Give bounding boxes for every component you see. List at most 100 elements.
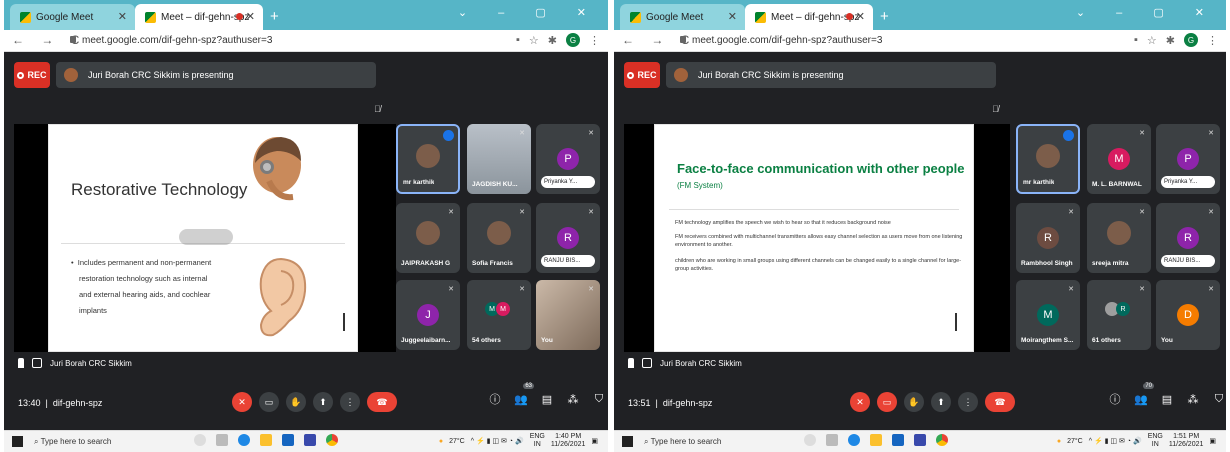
task-view-icon[interactable]	[216, 434, 228, 446]
chat-icon[interactable]: ▤	[1160, 392, 1174, 406]
tab-meet-call[interactable]: Meet – dif-gehn-spz ✕	[745, 4, 873, 30]
close-tab-icon[interactable]: ✕	[856, 10, 865, 23]
raise-hand-button[interactable]: ✋	[904, 392, 924, 412]
side-controls: ⓘ 👥 63 ▤ ⁂ ⛉	[488, 383, 606, 406]
mic-toggle-button[interactable]: ✕	[850, 392, 870, 412]
windows-start-icon[interactable]	[12, 436, 23, 447]
people-icon[interactable]: 👥 63	[514, 383, 534, 406]
host-controls-icon[interactable]: ⛉	[1212, 392, 1226, 406]
fullscreen-icon[interactable]	[642, 358, 652, 368]
menu-icon[interactable]: ⋮	[1207, 34, 1218, 47]
taskbar-search[interactable]: ⌕ Type here to search	[34, 434, 184, 450]
more-options-button[interactable]: ⋮	[958, 392, 978, 412]
participant-tile[interactable]: R ✕ RANJU BIS...	[536, 203, 600, 273]
participant-tile[interactable]: R ✕ Rambhool Singh	[1016, 203, 1080, 273]
text-cursor	[955, 313, 957, 331]
participant-tile[interactable]: R ✕ RANJU BIS...	[1156, 203, 1220, 273]
star-icon[interactable]: ☆	[529, 34, 539, 47]
edge-icon[interactable]	[238, 434, 250, 446]
cast-icon[interactable]: ▪	[516, 34, 520, 46]
star-icon[interactable]: ☆	[1147, 34, 1157, 47]
cast-icon[interactable]: ▪	[1134, 34, 1138, 46]
present-button[interactable]: ⬆	[313, 392, 333, 412]
notifications-icon[interactable]: ▣	[1209, 437, 1216, 445]
notifications-icon[interactable]: ▣	[591, 437, 598, 445]
profile-avatar[interactable]: G	[566, 33, 580, 47]
tray-icons[interactable]: ^ ⚡ ▮ ◫ ✉ ◔ 🔊	[471, 437, 524, 445]
close-tab-icon[interactable]: ✕	[728, 10, 737, 23]
info-icon[interactable]: ⓘ	[1108, 392, 1122, 406]
mic-toggle-button[interactable]: ✕	[232, 392, 252, 412]
url-field[interactable]: meet.google.com/dif-gehn-spz?authuser=3	[70, 33, 432, 49]
info-icon[interactable]: ⓘ	[488, 392, 502, 406]
chrome-icon[interactable]	[326, 434, 338, 446]
profile-avatar[interactable]: G	[1184, 33, 1198, 47]
pin-icon[interactable]	[628, 358, 634, 368]
language-indicator[interactable]: ENG IN	[1148, 433, 1163, 449]
app-icon[interactable]	[304, 434, 316, 446]
more-options-button[interactable]: ⋮	[340, 392, 360, 412]
edge-icon[interactable]	[848, 434, 860, 446]
participant-tile[interactable]: M M ✕ 54 others	[467, 280, 531, 350]
participant-tile[interactable]: J ✕ Juggeelaibarn...	[396, 280, 460, 350]
chrome-icon[interactable]	[936, 434, 948, 446]
close-tab-icon[interactable]: ✕	[246, 10, 255, 23]
window-controls[interactable]: ⌄ – ▢ ✕	[1076, 6, 1218, 19]
store-icon[interactable]	[892, 434, 904, 446]
participant-tile[interactable]: ✕ JAGDISH KU...	[467, 124, 531, 194]
url-field[interactable]: meet.google.com/dif-gehn-spz?authuser=3	[680, 33, 1047, 49]
app-icon[interactable]	[914, 434, 926, 446]
participant-tile[interactable]: ✕ You	[536, 280, 600, 350]
chat-icon[interactable]: ▤	[540, 392, 554, 406]
task-view-icon[interactable]	[826, 434, 838, 446]
taskbar-clock[interactable]: 1:40 PM 11/26/2021	[551, 433, 586, 449]
people-icon[interactable]: 👥 70	[1134, 383, 1154, 406]
language-indicator[interactable]: ENG IN	[530, 433, 545, 449]
participant-tile[interactable]: ✕ sreeja mitra	[1087, 203, 1151, 273]
tray-icons[interactable]: ^ ⚡ ▮ ◫ ✉ ◔ 🔊	[1089, 437, 1142, 445]
tab-google-meet[interactable]: Google Meet ✕	[620, 4, 745, 30]
recording-dot-icon	[236, 13, 243, 20]
camera-toggle-button[interactable]: ▭	[259, 392, 279, 412]
close-tab-icon[interactable]: ✕	[118, 10, 127, 23]
taskbar-clock[interactable]: 1:51 PM 11/26/2021	[1169, 433, 1204, 449]
file-explorer-icon[interactable]	[260, 434, 272, 446]
participant-tile[interactable]: mr karthik	[1016, 124, 1080, 194]
extensions-icon[interactable]: ✱	[1166, 34, 1175, 47]
activities-icon[interactable]: ⁂	[1186, 392, 1200, 406]
leave-call-button[interactable]: ☎	[367, 392, 397, 412]
present-button[interactable]: ⬆	[931, 392, 951, 412]
windows-start-icon[interactable]	[622, 436, 633, 447]
raise-hand-button[interactable]: ✋	[286, 392, 306, 412]
taskbar-search[interactable]: ⌕ Type here to search	[644, 434, 794, 450]
cortana-icon[interactable]	[194, 434, 206, 446]
address-bar: ← → C meet.google.com/dif-gehn-spz?authu…	[614, 30, 1226, 52]
window-controls[interactable]: ⌄ – ▢ ✕	[458, 6, 600, 19]
participant-tile[interactable]: M ✕ M. L. BARNWAL	[1087, 124, 1151, 194]
extensions-icon[interactable]: ✱	[548, 34, 557, 47]
fullscreen-icon[interactable]	[32, 358, 42, 368]
participant-tile[interactable]: mr karthik	[396, 124, 460, 194]
tab-meet-call[interactable]: Meet – dif-gehn-spz ✕	[135, 4, 263, 30]
activities-icon[interactable]: ⁂	[566, 392, 580, 406]
tab-google-meet[interactable]: Google Meet ✕	[10, 4, 135, 30]
cortana-icon[interactable]	[804, 434, 816, 446]
menu-icon[interactable]: ⋮	[589, 34, 600, 47]
participant-tile[interactable]: P ✕ Priyanka Y...	[536, 124, 600, 194]
file-explorer-icon[interactable]	[870, 434, 882, 446]
store-icon[interactable]	[282, 434, 294, 446]
leave-call-button[interactable]: ☎	[985, 392, 1015, 412]
participant-tile[interactable]: ✕ Sofia Francis	[467, 203, 531, 273]
participant-photo	[1036, 144, 1060, 168]
participant-tile[interactable]: D ✕ You	[1156, 280, 1220, 350]
camera-toggle-button[interactable]: ▭	[877, 392, 897, 412]
new-tab-icon[interactable]: +	[270, 8, 279, 25]
participant-tile[interactable]: R ✕ 61 others	[1087, 280, 1151, 350]
pin-icon[interactable]	[18, 358, 24, 368]
participant-tile[interactable]: M ✕ Moirangthem S...	[1016, 280, 1080, 350]
participant-tile[interactable]: ✕ JAIPRAKASH G	[396, 203, 460, 273]
new-tab-icon[interactable]: +	[880, 8, 889, 25]
host-controls-icon[interactable]: ⛉	[592, 392, 606, 406]
participant-tile[interactable]: P ✕ Priyanka Y...	[1156, 124, 1220, 194]
screenshot-panes: Google Meet ✕ Meet – dif-gehn-spz ✕ + ⌄ – …	[0, 0, 1230, 452]
